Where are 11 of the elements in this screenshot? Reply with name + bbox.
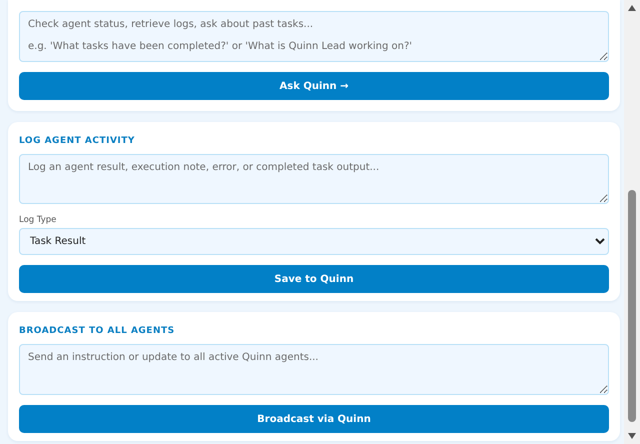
field-label: Log Type [19,215,58,225]
ask-button[interactable]: Ask Quinn → [19,72,609,100]
save-button[interactable]: Save to Quinn [19,265,609,293]
log-type-select[interactable]: Task Result [19,228,609,255]
broadcast-button[interactable]: Broadcast via Quinn [19,405,609,433]
section-heading: BROADCAST TO ALL AGENTS [19,326,176,336]
scrollbar-drawing[interactable] [624,0,640,444]
message-field[interactable]: Send an instruction or update to all active Quinn agents... [19,344,609,395]
query-field[interactable]: Check agent status, retrieve logs, ask about past tasks... e.g. 'What tasks have been completed?' or 'What is Quinn Lead working on?' [19,11,609,62]
log-field[interactable]: Log an agent result, execution note, error, or completed task output... [19,154,609,204]
section-heading: LOG AGENT ACTIVITY [19,136,136,146]
